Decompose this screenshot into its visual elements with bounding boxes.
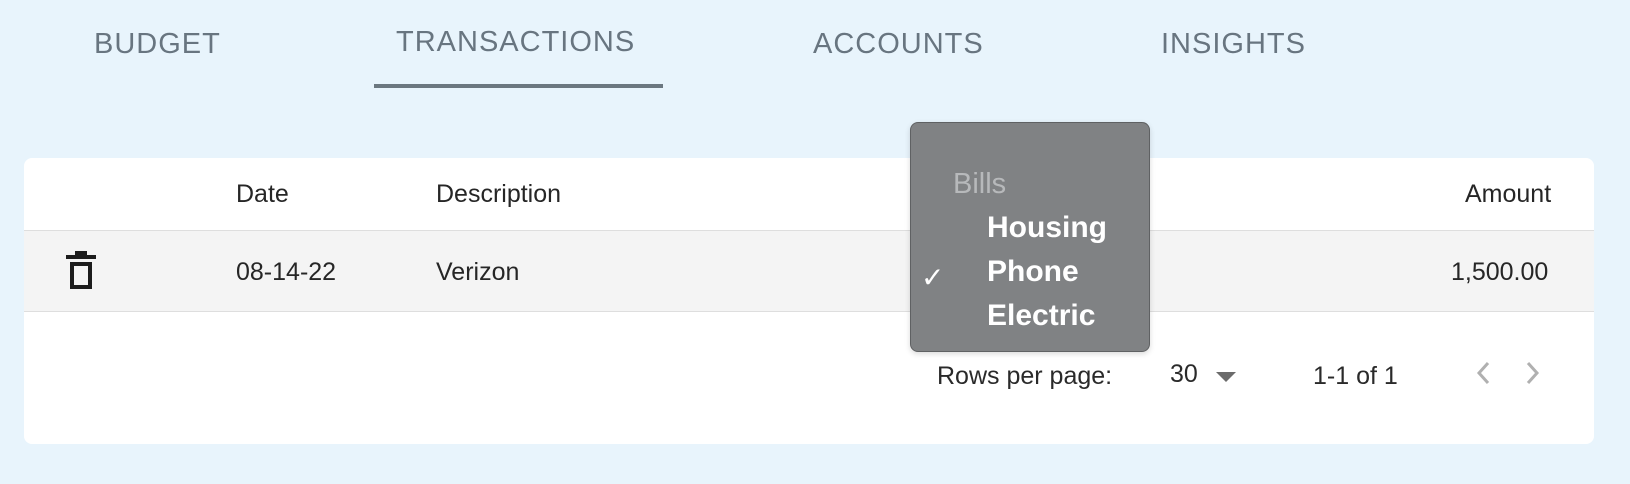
table-row[interactable]: 08-14-22 Verizon 1,500.00 [24, 231, 1594, 312]
menu-option-housing[interactable]: Housing [987, 211, 1107, 245]
header-date[interactable]: Date [236, 180, 289, 209]
row-date: 08-14-22 [236, 258, 337, 286]
rows-per-page-label: Rows per page: [937, 362, 1113, 390]
transactions-table-card: Date Description Amount 08-14-22 Verizon… [24, 158, 1594, 444]
tab-insights[interactable]: INSIGHTS [1161, 28, 1306, 61]
tab-accounts[interactable]: ACCOUNTS [813, 28, 984, 61]
caret-down-icon[interactable] [1216, 372, 1236, 382]
checkmark-icon: ✓ [921, 262, 945, 293]
category-dropdown-menu: Bills Housing ✓ Phone Electric [910, 122, 1150, 352]
chevron-right-icon[interactable] [1520, 358, 1544, 388]
row-amount: 1,500.00 [1451, 258, 1549, 286]
table-pagination: Rows per page: 30 1-1 of 1 [24, 312, 1594, 444]
tab-transactions[interactable]: TRANSACTIONS [396, 26, 635, 59]
header-amount[interactable]: Amount [1465, 180, 1551, 209]
menu-group-label: Bills [953, 168, 1007, 200]
chevron-left-icon[interactable] [1472, 358, 1496, 388]
row-description: Verizon [436, 258, 520, 286]
rows-per-page-select[interactable]: 30 [1170, 360, 1198, 389]
menu-option-phone[interactable]: Phone [987, 255, 1079, 289]
trash-icon[interactable] [66, 251, 96, 291]
tab-budget[interactable]: BUDGET [94, 28, 221, 61]
pagination-range: 1-1 of 1 [1313, 362, 1398, 390]
nav-tabs: BUDGET TRANSACTIONS ACCOUNTS INSIGHTS [0, 0, 1630, 92]
header-description[interactable]: Description [436, 180, 561, 209]
table-header: Date Description Amount [24, 158, 1594, 231]
active-tab-indicator [374, 84, 663, 88]
menu-option-electric[interactable]: Electric [987, 299, 1095, 333]
